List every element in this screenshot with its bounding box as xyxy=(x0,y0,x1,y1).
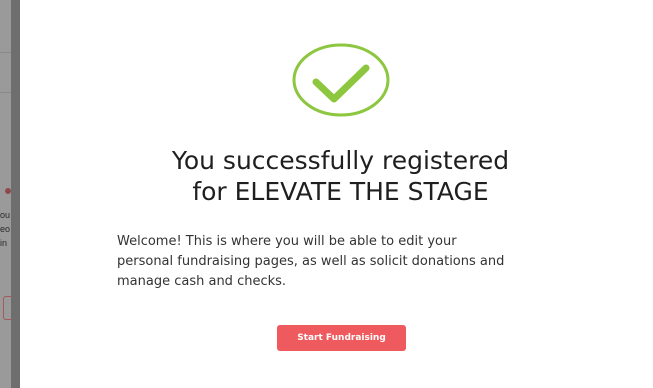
background-page xyxy=(0,0,11,388)
welcome-message-line: Welcome! This is where you will be able … xyxy=(117,234,457,249)
welcome-message-line: personal fundraising pages, as well as s… xyxy=(117,254,505,269)
background-text-line: ou xyxy=(0,210,11,220)
modal-title: You successfully registered for ELEVATE … xyxy=(20,145,653,207)
welcome-message-line: manage cash and checks. xyxy=(117,274,287,289)
check-circle-icon xyxy=(292,43,390,117)
background-text: ou eo in xyxy=(0,208,11,250)
modal-title-line: You successfully registered xyxy=(171,146,510,175)
background-text-line: eo xyxy=(0,224,11,234)
modal-backdrop[interactable]: ou eo in xyxy=(0,0,20,388)
welcome-message: Welcome! This is where you will be able … xyxy=(117,232,587,292)
registration-success-modal: You successfully registered for ELEVATE … xyxy=(20,0,653,388)
background-marker xyxy=(5,188,11,194)
background-button xyxy=(3,296,12,320)
background-divider xyxy=(0,92,11,93)
modal-title-line: for ELEVATE THE STAGE xyxy=(192,177,489,206)
background-text-line: in xyxy=(0,238,8,248)
start-fundraising-button[interactable]: Start Fundraising xyxy=(277,325,406,351)
background-divider xyxy=(0,52,11,53)
